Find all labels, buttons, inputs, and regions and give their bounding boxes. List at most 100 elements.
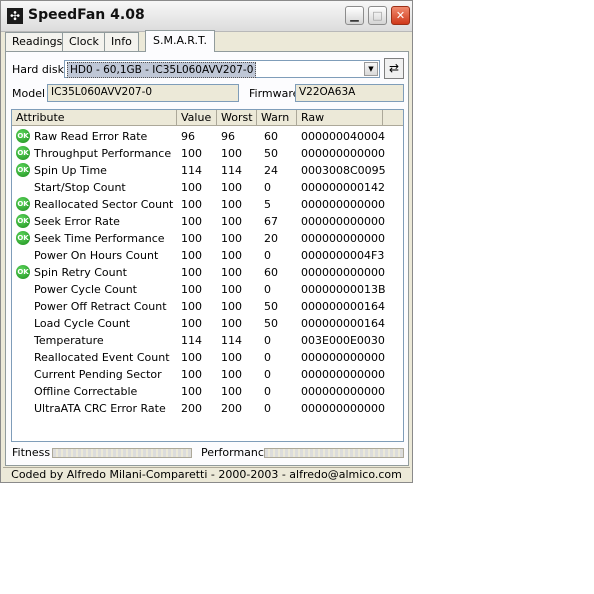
cell-raw: 000000000000 (301, 147, 385, 160)
cell-value: 100 (181, 232, 202, 245)
cell-value: 100 (181, 368, 202, 381)
cell-attribute: Start/Stop Count (34, 181, 126, 194)
cell-worst: 100 (221, 385, 242, 398)
column-header-attribute[interactable]: Attribute (12, 110, 177, 126)
chevron-down-icon[interactable]: ▼ (364, 62, 378, 76)
cell-raw: 000000000000 (301, 198, 385, 211)
table-row[interactable]: Reallocated Event Count 100 100 0 0000000000… (12, 349, 403, 366)
cell-worst: 100 (221, 181, 242, 194)
cell-raw: 000000000000 (301, 215, 385, 228)
table-row[interactable]: UltraATA CRC Error Rate 200 200 0 0000000000… (12, 400, 403, 417)
refresh-button[interactable]: ⇄ (384, 58, 404, 79)
smart-table: Attribute Value Worst Warn Raw OK Raw Rea… (11, 109, 404, 442)
firmware-value: V22OA63A (299, 86, 356, 98)
table-row[interactable]: Offline Correctable 100 100 0 000000000000 (12, 383, 403, 400)
cell-warn: 60 (264, 130, 278, 143)
cell-value: 100 (181, 300, 202, 313)
tab-info[interactable]: Info (104, 32, 139, 51)
cell-raw: 003E000E0030 (301, 334, 385, 347)
cell-warn: 0 (264, 402, 271, 415)
cell-attribute: Raw Read Error Rate (34, 130, 148, 143)
cell-worst: 100 (221, 215, 242, 228)
speedfan-window: ✣ SpeedFan 4.08 ▁ □ ✕ Readings Clock Inf… (0, 0, 413, 483)
cell-raw: 000000000000 (301, 266, 385, 279)
cell-value: 100 (181, 147, 202, 160)
cell-raw: 000000000000 (301, 385, 385, 398)
cell-warn: 0 (264, 334, 271, 347)
table-row[interactable]: Temperature 114 114 0 003E000E0030 (12, 332, 403, 349)
cell-warn: 20 (264, 232, 278, 245)
performance-label: Performance (201, 446, 271, 459)
table-header: Attribute Value Worst Warn Raw (12, 110, 403, 126)
table-row[interactable]: Start/Stop Count 100 100 0 000000000142 (12, 179, 403, 196)
cell-value: 100 (181, 198, 202, 211)
table-row[interactable]: Power Off Retract Count 100 100 50 000000000… (12, 298, 403, 315)
ok-status-icon: OK (16, 231, 30, 245)
cell-attribute: Power Cycle Count (34, 283, 137, 296)
cell-warn: 24 (264, 164, 278, 177)
cell-attribute: Seek Time Performance (34, 232, 165, 245)
minimize-button[interactable]: ▁ (345, 6, 364, 25)
cell-raw: 0003008C0095 (301, 164, 386, 177)
cell-value: 100 (181, 317, 202, 330)
column-header-value[interactable]: Value (177, 110, 217, 126)
tab-smart[interactable]: S.M.A.R.T. (145, 30, 215, 52)
table-row[interactable]: OK Seek Time Performance 100 100 20 000000000… (12, 230, 403, 247)
performance-bar (264, 448, 404, 458)
column-header-filler (383, 110, 403, 126)
cell-worst: 114 (221, 334, 242, 347)
cell-warn: 0 (264, 385, 271, 398)
table-row[interactable]: OK Spin Retry Count 100 100 60 000000000000 (12, 264, 403, 281)
table-row[interactable]: Power On Hours Count 100 100 0 0000000004F3 (12, 247, 403, 264)
status-bar: Coded by Alfredo Milani-Comparetti - 200… (3, 467, 410, 482)
cell-worst: 100 (221, 368, 242, 381)
table-row[interactable]: OK Raw Read Error Rate 96 96 60 000000040004 (12, 128, 403, 145)
tab-readings[interactable]: Readings (5, 32, 70, 51)
table-row[interactable]: OK Seek Error Rate 100 100 67 000000000000 (12, 213, 403, 230)
cell-raw: 000000040004 (301, 130, 385, 143)
model-field: IC35L060AVV207-0 (47, 84, 239, 102)
cell-attribute: UltraATA CRC Error Rate (34, 402, 166, 415)
harddisk-select[interactable]: HD0 - 60,1GB - IC35L060AVV207-0 ▼ (64, 60, 380, 78)
cell-value: 100 (181, 215, 202, 228)
smart-panel: Hard disk HD0 - 60,1GB - IC35L060AVV207-… (5, 51, 409, 466)
cell-attribute: Offline Correctable (34, 385, 138, 398)
cell-warn: 0 (264, 249, 271, 262)
table-row[interactable]: OK Throughput Performance 100 100 50 00000000… (12, 145, 403, 162)
table-row[interactable]: OK Spin Up Time 114 114 24 0003008C0095 (12, 162, 403, 179)
ok-status-icon: OK (16, 265, 30, 279)
cell-attribute: Power On Hours Count (34, 249, 159, 262)
cell-warn: 50 (264, 317, 278, 330)
table-row[interactable]: OK Reallocated Sector Count 100 100 5 0000000… (12, 196, 403, 213)
model-label: Model (12, 87, 46, 100)
cell-value: 100 (181, 351, 202, 364)
cell-attribute: Current Pending Sector (34, 368, 162, 381)
cell-raw: 000000000000 (301, 368, 385, 381)
cell-value: 96 (181, 130, 195, 143)
ok-status-icon: OK (16, 146, 30, 160)
cell-raw: 000000000164 (301, 317, 385, 330)
cell-raw: 00000000013B (301, 283, 386, 296)
table-row[interactable]: Power Cycle Count 100 100 0 00000000013B (12, 281, 403, 298)
close-button[interactable]: ✕ (391, 6, 410, 25)
cell-value: 100 (181, 181, 202, 194)
column-header-raw[interactable]: Raw (297, 110, 383, 126)
cell-attribute: Reallocated Event Count (34, 351, 170, 364)
refresh-icon: ⇄ (388, 61, 400, 75)
ok-status-icon: OK (16, 214, 30, 228)
cell-raw: 000000000142 (301, 181, 385, 194)
cell-worst: 100 (221, 147, 242, 160)
cell-value: 100 (181, 385, 202, 398)
cell-attribute: Throughput Performance (34, 147, 172, 160)
firmware-field: V22OA63A (295, 84, 404, 102)
column-header-warn[interactable]: Warn (257, 110, 297, 126)
tab-clock[interactable]: Clock (62, 32, 106, 51)
cell-attribute: Reallocated Sector Count (34, 198, 174, 211)
table-row[interactable]: Load Cycle Count 100 100 50 000000000164 (12, 315, 403, 332)
column-header-worst[interactable]: Worst (217, 110, 257, 126)
maximize-button[interactable]: □ (368, 6, 387, 25)
cell-worst: 100 (221, 283, 242, 296)
table-row[interactable]: Current Pending Sector 100 100 0 00000000000… (12, 366, 403, 383)
cell-worst: 100 (221, 351, 242, 364)
title-bar[interactable]: ✣ SpeedFan 4.08 ▁ □ ✕ (1, 1, 412, 32)
